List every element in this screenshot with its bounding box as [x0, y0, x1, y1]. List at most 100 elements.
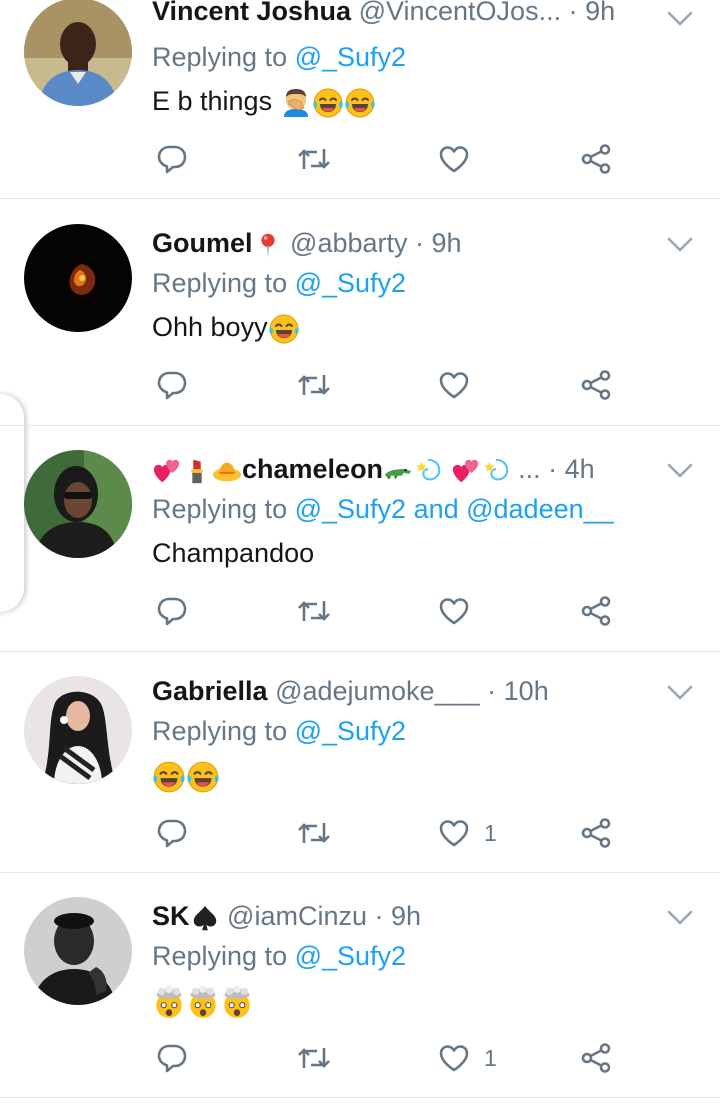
display-name[interactable]: Gabriella: [152, 676, 268, 706]
replying-to: Replying to @_Sufy2: [152, 266, 406, 300]
mention-link[interactable]: @_Sufy2: [295, 941, 406, 971]
timestamp[interactable]: 9h: [432, 228, 462, 258]
retweet-button[interactable]: [296, 595, 332, 627]
tweet-header: chameleon ... · 4h: [152, 452, 662, 486]
hat-emoji: [212, 456, 242, 486]
replying-label: Replying to: [152, 716, 295, 746]
tweet-header: Gabriella @adejumoke___ · 10h: [152, 674, 662, 708]
reply-button[interactable]: [156, 1042, 188, 1074]
avatar[interactable]: [24, 897, 132, 1005]
mention-link[interactable]: @_Sufy2 and @dadeen__: [295, 494, 614, 524]
timestamp[interactable]: 10h: [504, 676, 549, 706]
share-button[interactable]: [580, 1042, 612, 1074]
share-button[interactable]: [580, 369, 612, 401]
lipstick-emoji: [182, 456, 212, 486]
tweet-body: E b things: [152, 86, 273, 116]
chevron-down-icon[interactable]: [666, 682, 694, 704]
user-handle[interactable]: @abbarty: [290, 228, 407, 258]
tears-of-joy-emoji: [186, 760, 220, 794]
display-name[interactable]: Goumel: [152, 228, 253, 258]
timestamp[interactable]: 4h: [565, 454, 595, 484]
exploding-head-emoji: [220, 985, 254, 1019]
tears-of-joy-emoji: [344, 87, 376, 119]
retweet-button[interactable]: [296, 817, 332, 849]
hearts-emoji: [152, 456, 182, 486]
retweet-button[interactable]: [296, 1042, 332, 1074]
replying-label: Replying to: [152, 42, 295, 72]
tweet-text: Champandoo: [152, 536, 314, 570]
crocodile-emoji: [383, 456, 413, 486]
tweet-text: Ohh boyy: [152, 310, 300, 345]
divider: [0, 425, 720, 426]
chevron-down-icon[interactable]: [666, 234, 694, 256]
tweet-header: Goumel @abbarty · 9h: [152, 226, 662, 260]
hearts-emoji: [451, 456, 481, 486]
like-button[interactable]: [438, 143, 484, 175]
avatar[interactable]: [24, 224, 132, 332]
tweet-actions: [152, 143, 622, 175]
replying-to: Replying to @_Sufy2: [152, 714, 406, 748]
reply-button[interactable]: [156, 817, 188, 849]
chevron-down-icon[interactable]: [666, 8, 694, 30]
mention-link[interactable]: @_Sufy2: [295, 716, 406, 746]
retweet-icon: [296, 369, 332, 401]
separator-dot: ·: [548, 454, 558, 484]
like-icon: [438, 817, 470, 849]
separator-dot: ·: [487, 676, 497, 706]
display-name[interactable]: Vincent Joshua: [152, 0, 351, 26]
user-handle[interactable]: ...: [518, 454, 541, 484]
display-name[interactable]: chameleon: [242, 454, 383, 484]
user-handle[interactable]: @VincentOJos...: [359, 0, 562, 26]
share-button[interactable]: [580, 143, 612, 175]
reply-icon: [156, 369, 188, 401]
tweet-body: Ohh boyy: [152, 312, 268, 342]
exploding-head-emoji: [152, 985, 186, 1019]
user-handle[interactable]: @adejumoke___: [275, 676, 480, 706]
replying-label: Replying to: [152, 494, 295, 524]
timestamp[interactable]: 9h: [585, 0, 615, 26]
like-icon: [438, 143, 470, 175]
like-button[interactable]: 1: [438, 1042, 497, 1074]
share-icon: [580, 1042, 612, 1074]
tweet-text: [152, 758, 220, 794]
mention-link[interactable]: @_Sufy2: [295, 268, 406, 298]
facepalm-emoji: [280, 87, 312, 119]
avatar[interactable]: [24, 676, 132, 784]
retweet-icon: [296, 595, 332, 627]
tears-of-joy-emoji: [312, 87, 344, 119]
like-button[interactable]: [438, 595, 484, 627]
tears-of-joy-emoji: [268, 313, 300, 345]
dizzy-emoji: [413, 456, 443, 486]
mention-link[interactable]: @_Sufy2: [295, 42, 406, 72]
tweet-actions: 1: [152, 817, 622, 849]
retweet-button[interactable]: [296, 143, 332, 175]
replying-label: Replying to: [152, 268, 295, 298]
avatar[interactable]: [24, 450, 132, 558]
like-button[interactable]: 1: [438, 817, 497, 849]
like-button[interactable]: [438, 369, 484, 401]
retweet-button[interactable]: [296, 369, 332, 401]
timestamp[interactable]: 9h: [391, 901, 421, 931]
separator-dot: ·: [415, 228, 425, 258]
display-name[interactable]: SK: [152, 901, 190, 931]
replying-label: Replying to: [152, 941, 295, 971]
avatar[interactable]: [24, 0, 132, 106]
share-button[interactable]: [580, 817, 612, 849]
chevron-down-icon[interactable]: [666, 460, 694, 482]
side-drawer-handle[interactable]: [0, 394, 24, 612]
reply-icon: [156, 143, 188, 175]
share-button[interactable]: [580, 595, 612, 627]
divider: [0, 198, 720, 199]
share-icon: [580, 369, 612, 401]
tweet-actions: [152, 369, 622, 401]
replying-to: Replying to @_Sufy2: [152, 939, 406, 973]
reply-button[interactable]: [156, 369, 188, 401]
reply-button[interactable]: [156, 143, 188, 175]
chevron-down-icon[interactable]: [666, 907, 694, 929]
reply-button[interactable]: [156, 595, 188, 627]
tweet-text: E b things: [152, 84, 376, 119]
divider: [0, 872, 720, 873]
replying-to: Replying to @_Sufy2 and @dadeen__: [152, 492, 614, 526]
spade-emoji: [190, 903, 220, 933]
user-handle[interactable]: @iamCinzu: [227, 901, 367, 931]
